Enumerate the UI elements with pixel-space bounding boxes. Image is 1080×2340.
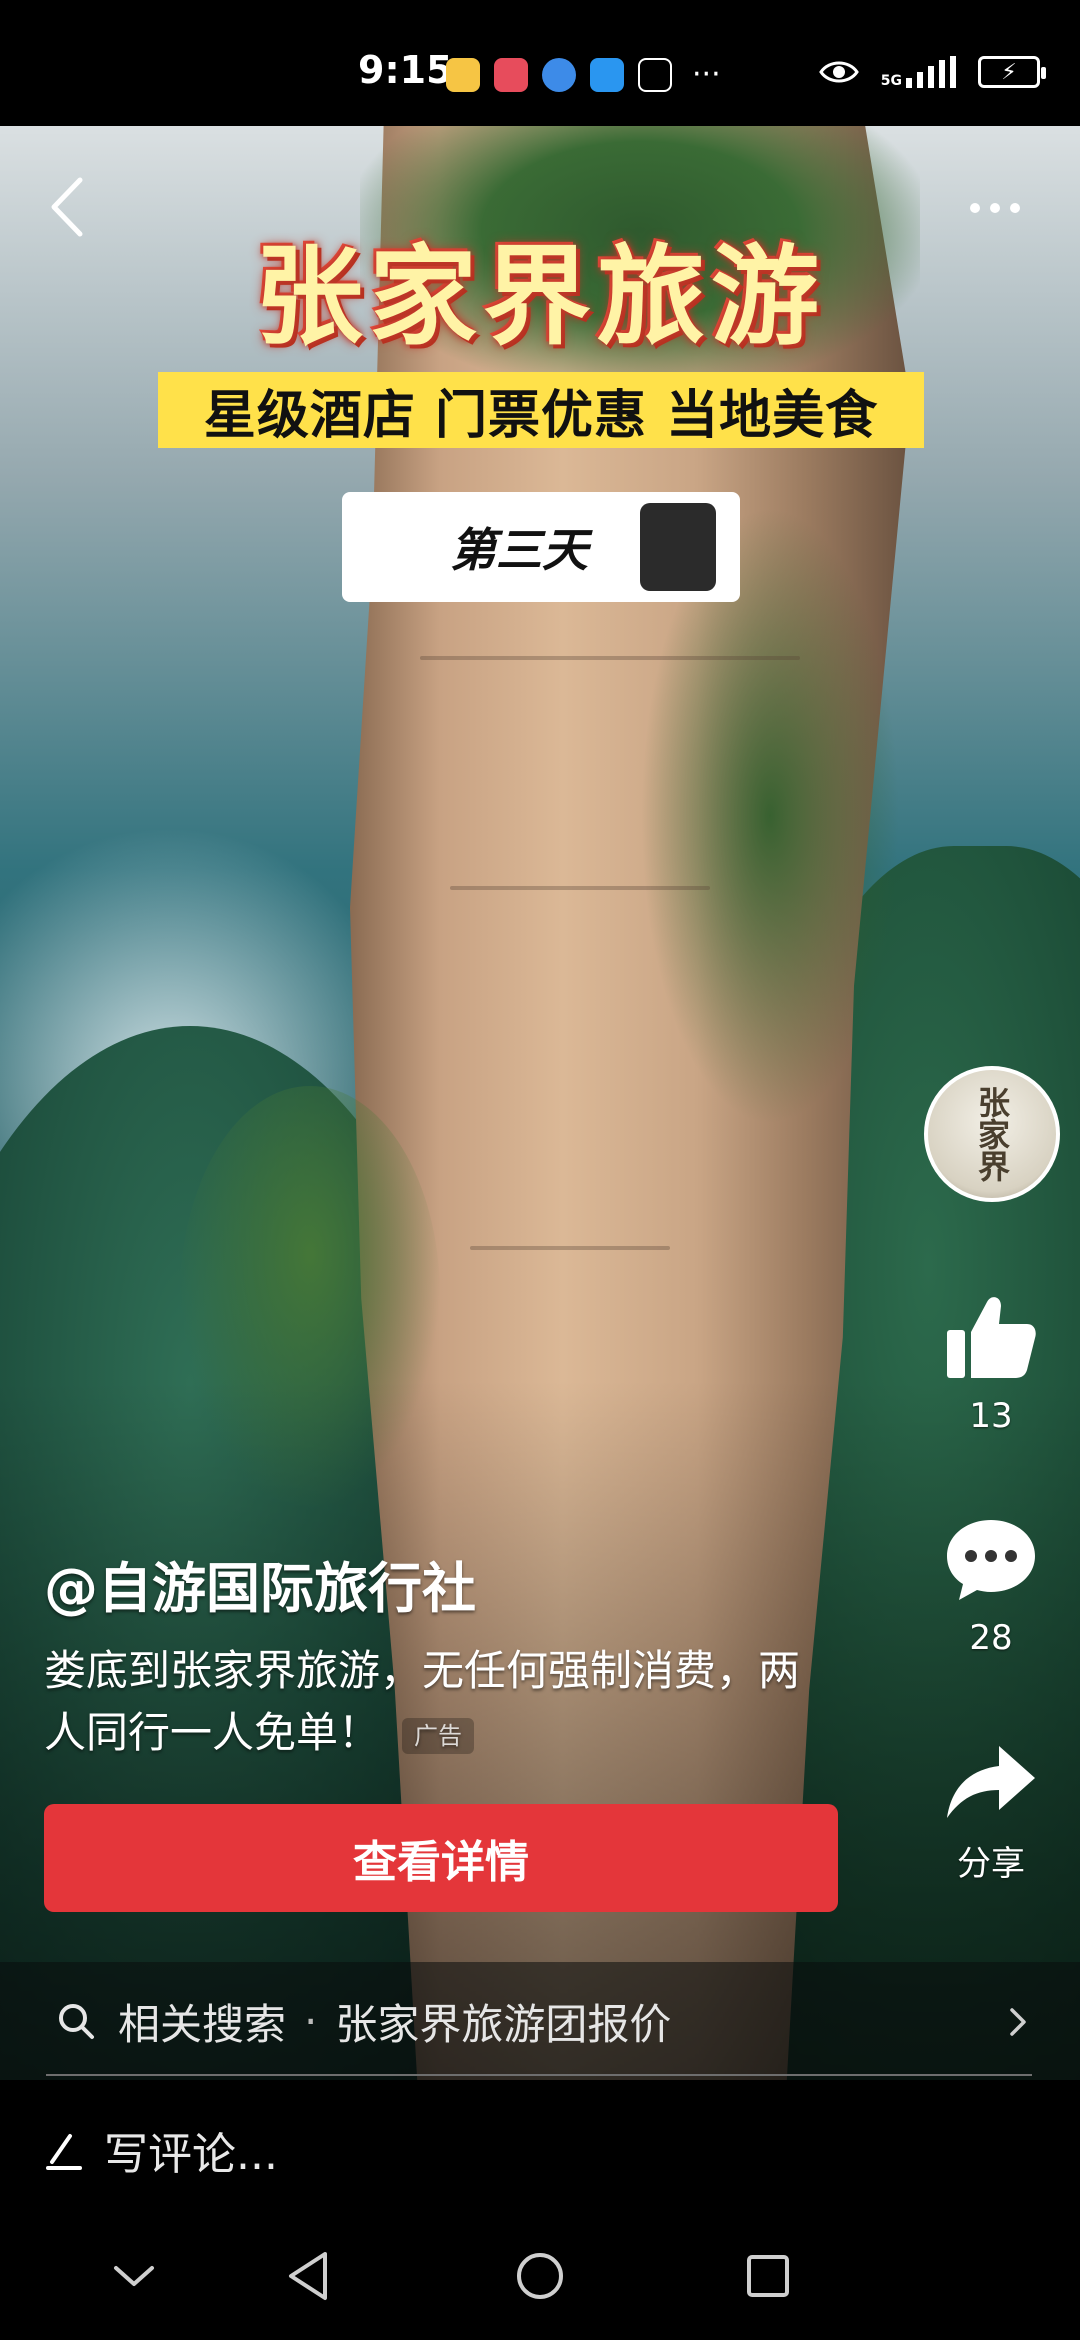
like-count: 13	[969, 1396, 1013, 1436]
rock-crack	[420, 656, 800, 660]
network-label: 5G	[880, 73, 902, 89]
search-app-icon	[590, 58, 624, 92]
share-action[interactable]: 分享	[930, 1742, 1052, 1885]
pen-icon	[46, 2134, 82, 2170]
status-time: 9:15	[358, 48, 453, 92]
divider	[46, 2074, 1032, 2076]
red-app-icon	[494, 58, 528, 92]
tiktok-app-icon	[638, 58, 672, 92]
status-app-icons: ···	[446, 58, 721, 92]
ad-badge: 广告	[402, 1717, 475, 1754]
comment-placeholder: 写评论...	[104, 2129, 278, 2180]
day-label: 第三天	[450, 523, 588, 577]
comment-bubble-icon[interactable]	[943, 1516, 1039, 1604]
signal-bars-icon	[906, 56, 956, 88]
like-action[interactable]: 13	[930, 1290, 1052, 1436]
comment-input-bar[interactable]: 写评论...	[0, 2080, 1080, 2220]
eye-icon	[818, 61, 859, 83]
comment-count: 28	[969, 1618, 1013, 1658]
notes-app-icon	[446, 58, 480, 92]
chevron-down-icon	[114, 2266, 154, 2286]
share-label: 分享	[957, 1844, 1025, 1884]
chevron-right-icon	[1010, 2008, 1026, 2036]
day-label-box: 第三天	[342, 492, 740, 602]
post-description: 娄底到张家界旅游，无任何强制消费，两人同行一人免单！ 广告	[44, 1640, 804, 1764]
status-bar: 9:15 ··· 5G ⚡	[0, 0, 1080, 126]
nav-home-button[interactable]	[510, 2246, 570, 2306]
share-arrow-icon[interactable]	[943, 1742, 1039, 1822]
nav-back-button[interactable]	[278, 2246, 338, 2306]
avatar-calligraphy: 张家界	[973, 1086, 1011, 1182]
square-recents-icon	[747, 2255, 789, 2297]
rock-crack	[450, 886, 710, 890]
signal-indicator: 5G	[881, 56, 956, 88]
status-right: 5G ⚡	[818, 56, 1046, 88]
thumbs-up-icon[interactable]	[943, 1290, 1039, 1382]
related-search-separator: ·	[304, 1996, 318, 2046]
system-nav-bar	[0, 2220, 1080, 2340]
related-search-bar[interactable]: 相关搜索 · 张家界旅游团报价	[0, 1962, 1080, 2080]
nav-recents-button[interactable]	[738, 2246, 798, 2306]
rock-crack	[470, 1246, 670, 1250]
home-circle-icon	[517, 2253, 563, 2299]
comment-action[interactable]: 28	[930, 1516, 1052, 1658]
browser-app-icon	[542, 58, 576, 92]
nav-collapse-button[interactable]	[104, 2246, 164, 2306]
search-icon	[59, 2004, 94, 2039]
day-square	[640, 503, 716, 591]
video-subheadline: 星级酒店 门票优惠 当地美食	[158, 372, 924, 448]
author-name[interactable]: @自游国际旅行社	[44, 1544, 476, 1623]
related-search-prefix: 相关搜索	[118, 1999, 287, 2049]
author-avatar[interactable]: 张家界	[924, 1066, 1060, 1202]
video-headline: 张家界旅游	[254, 235, 825, 360]
battery-charging-icon: ⚡	[978, 56, 1046, 88]
more-notifications-icon: ···	[692, 57, 721, 92]
related-search-query: 张家界旅游团报价	[335, 1999, 672, 2049]
triangle-back-icon	[289, 2252, 327, 2300]
view-details-button[interactable]: 查看详情	[44, 1804, 838, 1912]
